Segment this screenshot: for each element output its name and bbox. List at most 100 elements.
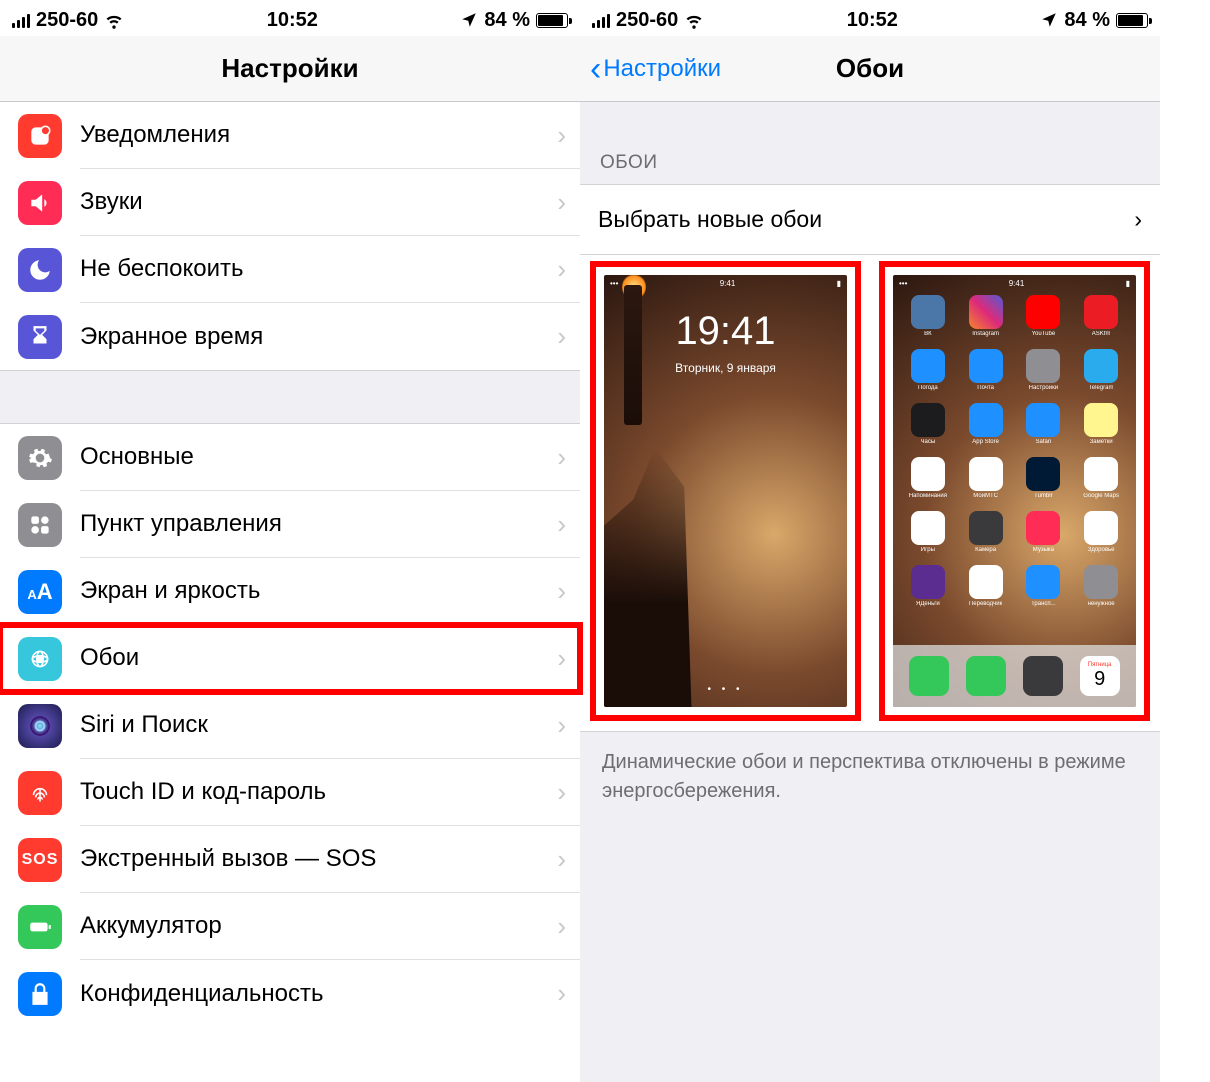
signal-icon [12,12,30,28]
app-Напоминания: Напоминания [901,457,955,507]
touchid-icon [18,771,62,815]
settings-row-controlcenter[interactable]: Пункт управления › [0,491,580,558]
settings-row-label: Звуки [80,188,557,216]
footer-note: Динамические обои и перспектива отключен… [580,732,1160,822]
lock-date: Вторник, 9 января [604,361,847,375]
screentime-icon [18,315,62,359]
app-Здоровье: Здоровье [1074,511,1128,561]
status-bar: 250-60 10:52 84 % [0,0,580,36]
app-ненужное: ненужное [1074,565,1128,615]
settings-list-group-1: Уведомления › Звуки › Не беспокоить › Эк… [0,102,580,370]
page-dots: • • • [604,684,847,695]
chevron-right-icon: › [557,321,566,352]
nav-header: Настройки [0,36,580,102]
back-button[interactable]: ‹ Настройки [590,52,721,86]
battery-pct-label: 84 % [1064,9,1110,32]
battery-icon [536,13,568,28]
battery-icon [1116,13,1148,28]
sos-icon: SOS [18,838,62,882]
app-ASKfm: ASKfm [1074,295,1128,345]
app-ВК: ВК [901,295,955,345]
app-Google Maps: Google Maps [1074,457,1128,507]
app-Почта: Почта [959,349,1013,399]
app-МойМТС: МойМТС [959,457,1013,507]
location-icon [460,11,478,29]
app-Заметки: Заметки [1074,403,1128,453]
signal-icon [592,12,610,28]
settings-row-label: Пункт управления [80,510,557,538]
app-Telegram: Telegram [1074,349,1128,399]
settings-row-display[interactable]: AA Экран и яркость › [0,558,580,625]
privacy-icon [18,972,62,1016]
chevron-right-icon: › [557,643,566,674]
notifications-icon [18,114,62,158]
settings-row-label: Уведомления [80,121,557,149]
chevron-right-icon: › [557,777,566,808]
page-title: Обои [836,53,904,84]
settings-row-wallpaper[interactable]: Обои › [0,625,580,692]
choose-wallpaper-label: Выбрать новые обои [598,206,1134,233]
settings-list-group-2: Основные › Пункт управления › AA Экран и… [0,424,580,1027]
nav-header: ‹ Настройки Обои [580,36,1160,102]
homescreen-preview[interactable]: •••9:41▮ ВКInstagramYouTubeASKfmПогодаПо… [879,261,1150,721]
chevron-left-icon: ‹ [590,52,601,86]
settings-row-label: Экранное время [80,323,557,351]
settings-row-label: Экран и яркость [80,577,557,605]
settings-row-label: Не беспокоить [80,255,557,283]
chevron-right-icon: › [557,911,566,942]
app-Instagram: Instagram [959,295,1013,345]
settings-screen: 250-60 10:52 84 % Настройки Уведомления … [0,0,580,1082]
settings-row-label: Обои [80,644,557,672]
settings-row-sounds[interactable]: Звуки › [0,169,580,236]
group-separator [0,370,580,424]
location-icon [1040,11,1058,29]
app-ЯДеньги: ЯДеньги [901,565,955,615]
app-Трансп...: Трансп... [1017,565,1071,615]
app-Часы: Часы [901,403,955,453]
app-Настройки: Настройки [1017,349,1071,399]
lock-time: 19:41 [604,309,847,354]
battery-icon [18,905,62,949]
chevron-right-icon: › [557,254,566,285]
chevron-right-icon: › [557,844,566,875]
settings-row-dnd[interactable]: Не беспокоить › [0,236,580,303]
general-icon [18,436,62,480]
settings-row-general[interactable]: Основные › [0,424,580,491]
chevron-right-icon: › [557,978,566,1009]
wallpaper-icon [18,637,62,681]
settings-row-touchid[interactable]: Touch ID и код-пароль › [0,759,580,826]
clock-label: 10:52 [847,9,898,32]
chevron-right-icon: › [557,509,566,540]
settings-row-siri[interactable]: Siri и Поиск › [0,692,580,759]
back-label: Настройки [603,55,721,83]
page-title: Настройки [221,53,358,84]
app-Игры: Игры [901,511,955,561]
app-Tumblr: Tumblr [1017,457,1071,507]
clock-label: 10:52 [267,9,318,32]
display-icon: AA [18,570,62,614]
settings-row-privacy[interactable]: Конфиденциальность › [0,960,580,1027]
app-App Store: App Store [959,403,1013,453]
settings-row-label: Конфиденциальность [80,980,557,1008]
app-Камера: Камера [959,511,1013,561]
settings-row-notifications[interactable]: Уведомления › [0,102,580,169]
app-Погода: Погода [901,349,955,399]
app-Safari: Safari [1017,403,1071,453]
wifi-icon [684,10,704,30]
carrier-label: 250-60 [616,9,678,32]
settings-row-battery[interactable]: Аккумулятор › [0,893,580,960]
settings-row-label: Siri и Поиск [80,711,557,739]
status-bar: 250-60 10:52 84 % [580,0,1160,36]
dock-calendar: Пятница9 [1080,656,1120,696]
settings-row-label: Touch ID и код-пароль [80,778,557,806]
dnd-icon [18,248,62,292]
settings-row-sos[interactable]: SOS Экстренный вызов — SOS › [0,826,580,893]
app-YouTube: YouTube [1017,295,1071,345]
chevron-right-icon: › [1134,206,1142,233]
settings-row-screentime[interactable]: Экранное время › [0,303,580,370]
lockscreen-preview[interactable]: •••9:41▮ 19:41 Вторник, 9 января • • • [590,261,861,721]
chevron-right-icon: › [557,710,566,741]
chevron-right-icon: › [557,576,566,607]
section-header: ОБОИ [580,102,1160,185]
choose-wallpaper-row[interactable]: Выбрать новые обои › [580,185,1160,255]
